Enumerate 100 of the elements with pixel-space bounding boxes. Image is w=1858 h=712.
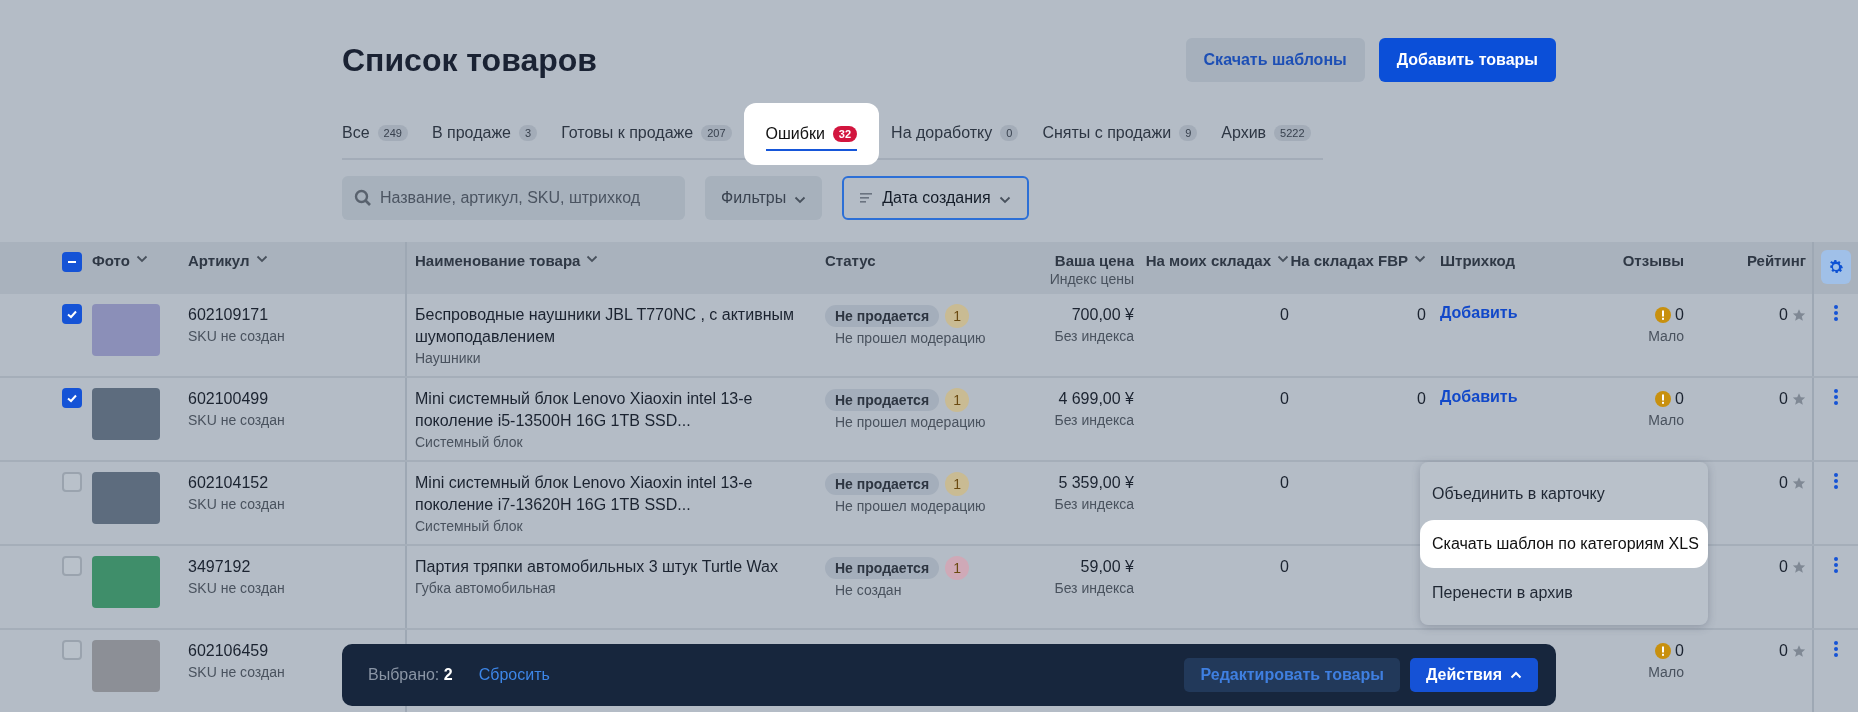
menu-item[interactable]: Объединить в карточку xyxy=(1420,470,1708,518)
price-index: Без индекса xyxy=(1053,411,1134,430)
status-badge: Не продается xyxy=(825,305,940,327)
sku-status: SKU не создан xyxy=(188,327,286,346)
more-options-icon[interactable] xyxy=(1833,388,1839,406)
star-icon xyxy=(1792,308,1806,322)
star-icon xyxy=(1792,476,1806,490)
column-header: Рейтинг xyxy=(1746,252,1806,269)
tab[interactable]: Сняты с продажи 9 xyxy=(1030,108,1210,158)
chevron-down-icon xyxy=(998,195,1011,204)
review-note: Мало xyxy=(1647,411,1684,430)
chevron-down-icon[interactable] xyxy=(255,255,268,263)
checkbox[interactable] xyxy=(62,388,82,408)
review-note: Мало xyxy=(1647,663,1684,682)
caret-up-icon xyxy=(1510,671,1522,679)
review-note: Мало xyxy=(1647,327,1684,346)
sort-icon xyxy=(860,192,875,204)
tab[interactable]: В продаже 3 xyxy=(419,108,550,158)
stock-count: 0 xyxy=(1280,306,1289,323)
count-badge: 5222 xyxy=(1274,125,1311,141)
checkbox[interactable] xyxy=(62,640,82,660)
article-number: 3497192 xyxy=(188,557,252,577)
checkbox[interactable] xyxy=(62,252,82,272)
product-photo xyxy=(92,472,160,524)
column-header[interactable]: На складах FBP xyxy=(1290,252,1408,269)
price-index: Без индекса xyxy=(1053,495,1134,514)
product-photo xyxy=(92,640,160,692)
sku-status: SKU не создан xyxy=(188,411,286,430)
sort-button[interactable]: Дата создания xyxy=(842,176,1029,220)
checkbox[interactable] xyxy=(62,472,82,492)
column-header: Штрихкод xyxy=(1440,252,1515,269)
download-templates-button[interactable]: Скачать шаблоны xyxy=(1185,38,1365,82)
issue-count-badge: 1 xyxy=(945,472,970,496)
fbp-stock-count: 0 xyxy=(1417,390,1426,407)
filters-button[interactable]: Фильтры xyxy=(705,176,823,220)
tab[interactable]: Ошибки 32 xyxy=(743,103,880,165)
column-header[interactable]: На моих складах xyxy=(1145,252,1271,269)
article-number: 602100499 xyxy=(188,389,270,409)
product-category: Губка автомобильная xyxy=(415,579,557,598)
product-photo xyxy=(92,388,160,440)
checkbox[interactable] xyxy=(62,556,82,576)
actions-button[interactable]: Действия xyxy=(1409,658,1538,692)
column-header: Ваша цена xyxy=(1054,252,1134,269)
rating-value: 0 xyxy=(1779,473,1788,493)
column-subheader: Индекс цены xyxy=(1049,270,1134,289)
tab[interactable]: На доработку 0 xyxy=(879,108,1031,158)
more-options-icon[interactable] xyxy=(1833,556,1839,574)
count-badge: 207 xyxy=(701,125,732,141)
rating-value: 0 xyxy=(1779,557,1788,577)
chevron-down-icon[interactable] xyxy=(1414,255,1426,263)
status-badge: Не продается xyxy=(825,473,940,495)
count-badge: 249 xyxy=(377,125,408,141)
checkbox[interactable] xyxy=(62,304,82,324)
product-name: Mini системный блок Lenovo Xiaoxin intel 13-е поколение i5-13500H 16G 1TB SSD... xyxy=(415,389,754,431)
column-header[interactable]: Фото xyxy=(92,252,130,269)
product-photo xyxy=(92,556,160,608)
price: 5 359,00 ¥ xyxy=(1057,473,1134,493)
tab[interactable]: Готовы к продаже 207 xyxy=(549,108,744,158)
product-category: Наушники xyxy=(415,349,482,368)
fbp-stock-count: 0 xyxy=(1417,306,1426,323)
more-options-icon[interactable] xyxy=(1833,304,1839,322)
tab[interactable]: Архив 5222 xyxy=(1209,108,1323,158)
add-barcode-link[interactable]: Добавить xyxy=(1440,388,1518,406)
price-index: Без индекса xyxy=(1053,579,1134,598)
stock-count: 0 xyxy=(1280,474,1289,491)
warning-icon xyxy=(1655,643,1672,659)
review-count: 0 xyxy=(1675,305,1684,325)
article-number: 602104152 xyxy=(188,473,270,493)
sku-status: SKU не создан xyxy=(188,495,286,514)
chevron-down-icon[interactable] xyxy=(1277,255,1289,263)
stock-count: 0 xyxy=(1280,558,1289,575)
column-header[interactable]: Наименование товара xyxy=(415,252,581,269)
count-badge: 9 xyxy=(1179,125,1198,141)
more-options-icon[interactable] xyxy=(1833,472,1839,490)
status-note: Не прошел модерацию xyxy=(834,497,987,516)
star-icon xyxy=(1792,560,1806,574)
issue-count-badge: 1 xyxy=(945,556,970,580)
reset-link[interactable]: Сбросить xyxy=(478,666,550,684)
product-name: Партия тряпки автомобильных 3 штук Turtle Wax xyxy=(415,557,779,577)
menu-item[interactable]: Перенести в архив xyxy=(1420,569,1708,617)
article-number: 602109171 xyxy=(188,305,270,325)
rating-value: 0 xyxy=(1779,641,1788,661)
count-badge: 0 xyxy=(1000,125,1019,141)
count-badge: 3 xyxy=(519,125,538,141)
price: 59,00 ¥ xyxy=(1079,557,1134,577)
more-options-icon[interactable] xyxy=(1833,640,1839,658)
sku-status: SKU не создан xyxy=(188,579,286,598)
price: 700,00 ¥ xyxy=(1070,305,1134,325)
tab[interactable]: Все 249 xyxy=(342,108,420,158)
page-title: Список товаров xyxy=(342,41,597,79)
chevron-down-icon[interactable] xyxy=(586,255,599,263)
column-header[interactable]: Артикул xyxy=(188,252,250,269)
add-barcode-link[interactable]: Добавить xyxy=(1440,304,1518,322)
status-badge: Не продается xyxy=(825,557,940,579)
search-field[interactable]: Название, артикул, SKU, штрихкод xyxy=(342,176,685,220)
product-name: Mini системный блок Lenovo Xiaoxin intel 13-е поколение i7-13620H 16G 1TB SSD... xyxy=(415,473,754,515)
chevron-down-icon[interactable] xyxy=(135,255,148,263)
add-products-button[interactable]: Добавить товары xyxy=(1378,38,1556,82)
menu-item[interactable]: Скачать шаблон по категориям XLS xyxy=(1420,519,1708,568)
settings-icon[interactable] xyxy=(1827,258,1845,276)
